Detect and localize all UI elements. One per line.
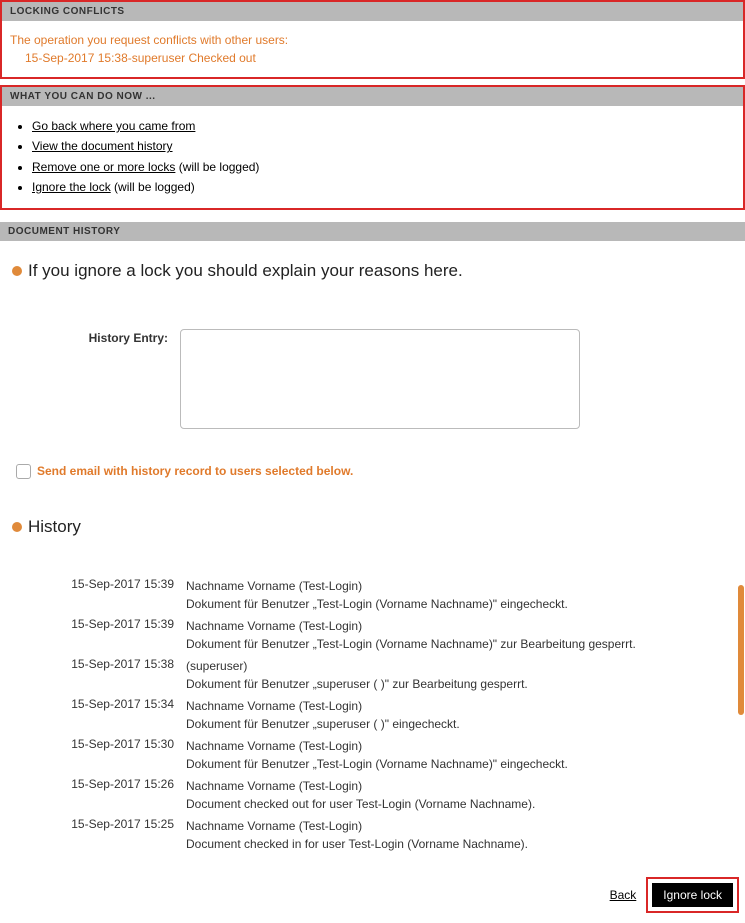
history-row: 15-Sep-2017 15:30Nachname Vorname (Test-… (6, 735, 727, 775)
history-row: 15-Sep-2017 15:38(superuser)Dokument für… (6, 655, 727, 695)
button-row: Back Ignore lock (0, 865, 745, 923)
history-body: (superuser)Dokument für Benutzer „superu… (186, 657, 727, 693)
history-timestamp: 15-Sep-2017 15:25 (6, 817, 186, 831)
history-message: Dokument für Benutzer „superuser ( )" zu… (186, 675, 727, 693)
locking-conflicts-header: LOCKING CONFLICTS (2, 2, 743, 21)
history-row: 15-Sep-2017 15:39Nachname Vorname (Test-… (6, 615, 727, 655)
history-table: 15-Sep-2017 15:39Nachname Vorname (Test-… (6, 555, 739, 859)
history-heading-row: History (0, 489, 745, 545)
history-body: Nachname Vorname (Test-Login)Document ch… (186, 817, 727, 853)
history-timestamp: 15-Sep-2017 15:26 (6, 777, 186, 791)
ignore-lock-link[interactable]: Ignore the lock (32, 180, 111, 194)
explain-title: If you ignore a lock you should explain … (28, 261, 463, 281)
email-label: Send email with history record to users … (37, 464, 353, 478)
history-user: (superuser) (186, 657, 727, 675)
history-timestamp: 15-Sep-2017 15:30 (6, 737, 186, 751)
email-checkbox[interactable] (16, 464, 31, 479)
explain-heading-row: If you ignore a lock you should explain … (0, 241, 745, 289)
history-message: Document checked in for user Test-Login … (186, 835, 727, 853)
history-body: Nachname Vorname (Test-Login)Dokument fü… (186, 617, 727, 653)
history-timestamp: 15-Sep-2017 15:34 (6, 697, 186, 711)
bullet-icon (12, 522, 22, 532)
ignore-lock-button[interactable]: Ignore lock (652, 883, 733, 907)
history-body: Nachname Vorname (Test-Login)Dokument fü… (186, 697, 727, 733)
history-user: Nachname Vorname (Test-Login) (186, 577, 727, 595)
history-entry-label: History Entry: (40, 329, 180, 345)
action-item: View the document history (32, 136, 731, 156)
history-row: 15-Sep-2017 15:34Nachname Vorname (Test-… (6, 695, 727, 735)
history-message: Dokument für Benutzer „Test-Login (Vorna… (186, 595, 727, 613)
remove-locks-note: (will be logged) (175, 160, 259, 174)
history-user: Nachname Vorname (Test-Login) (186, 737, 727, 755)
action-item: Ignore the lock (will be logged) (32, 177, 731, 197)
email-row: Send email with history record to users … (0, 439, 745, 489)
actions-list: Go back where you came from View the doc… (2, 106, 743, 208)
history-timestamp: 15-Sep-2017 15:39 (6, 577, 186, 591)
history-wrap: 15-Sep-2017 15:39Nachname Vorname (Test-… (6, 555, 739, 859)
conflict-message: The operation you request conflicts with… (2, 21, 743, 77)
back-link[interactable]: Back (610, 888, 637, 902)
conflict-detail: 15-Sep-2017 15:38-superuser Checked out (10, 49, 735, 67)
what-you-can-do-header: WHAT YOU CAN DO NOW ... (2, 87, 743, 106)
history-body: Nachname Vorname (Test-Login)Dokument fü… (186, 737, 727, 773)
bullet-icon (12, 266, 22, 276)
history-user: Nachname Vorname (Test-Login) (186, 617, 727, 635)
view-history-link[interactable]: View the document history (32, 139, 173, 153)
action-item: Go back where you came from (32, 116, 731, 136)
history-row: 15-Sep-2017 15:25Nachname Vorname (Test-… (6, 815, 727, 855)
history-message: Dokument für Benutzer „Test-Login (Vorna… (186, 635, 727, 653)
history-row: 15-Sep-2017 15:39Nachname Vorname (Test-… (6, 575, 727, 615)
ignore-button-highlight: Ignore lock (646, 877, 739, 913)
history-entry-textarea[interactable] (180, 329, 580, 429)
history-timestamp: 15-Sep-2017 15:39 (6, 617, 186, 631)
history-heading: History (28, 517, 81, 537)
conflict-text: The operation you request conflicts with… (10, 31, 735, 49)
history-user: Nachname Vorname (Test-Login) (186, 777, 727, 795)
history-message: Dokument für Benutzer „superuser ( )" ei… (186, 715, 727, 733)
history-message: Dokument für Benutzer „Test-Login (Vorna… (186, 755, 727, 773)
go-back-link[interactable]: Go back where you came from (32, 119, 195, 133)
scrollbar[interactable] (738, 585, 744, 715)
history-row: 15-Sep-2017 15:26Nachname Vorname (Test-… (6, 775, 727, 815)
remove-locks-link[interactable]: Remove one or more locks (32, 160, 175, 174)
history-user: Nachname Vorname (Test-Login) (186, 817, 727, 835)
history-user: Nachname Vorname (Test-Login) (186, 697, 727, 715)
history-body: Nachname Vorname (Test-Login)Document ch… (186, 777, 727, 813)
history-message: Document checked out for user Test-Login… (186, 795, 727, 813)
history-body: Nachname Vorname (Test-Login)Dokument fü… (186, 577, 727, 613)
history-timestamp: 15-Sep-2017 15:38 (6, 657, 186, 671)
ignore-lock-note: (will be logged) (111, 180, 195, 194)
locking-conflicts-box: LOCKING CONFLICTS The operation you requ… (0, 0, 745, 79)
action-item: Remove one or more locks (will be logged… (32, 157, 731, 177)
document-history-header: DOCUMENT HISTORY (0, 222, 745, 241)
history-entry-row: History Entry: (0, 289, 745, 439)
what-you-can-do-box: WHAT YOU CAN DO NOW ... Go back where yo… (0, 85, 745, 210)
